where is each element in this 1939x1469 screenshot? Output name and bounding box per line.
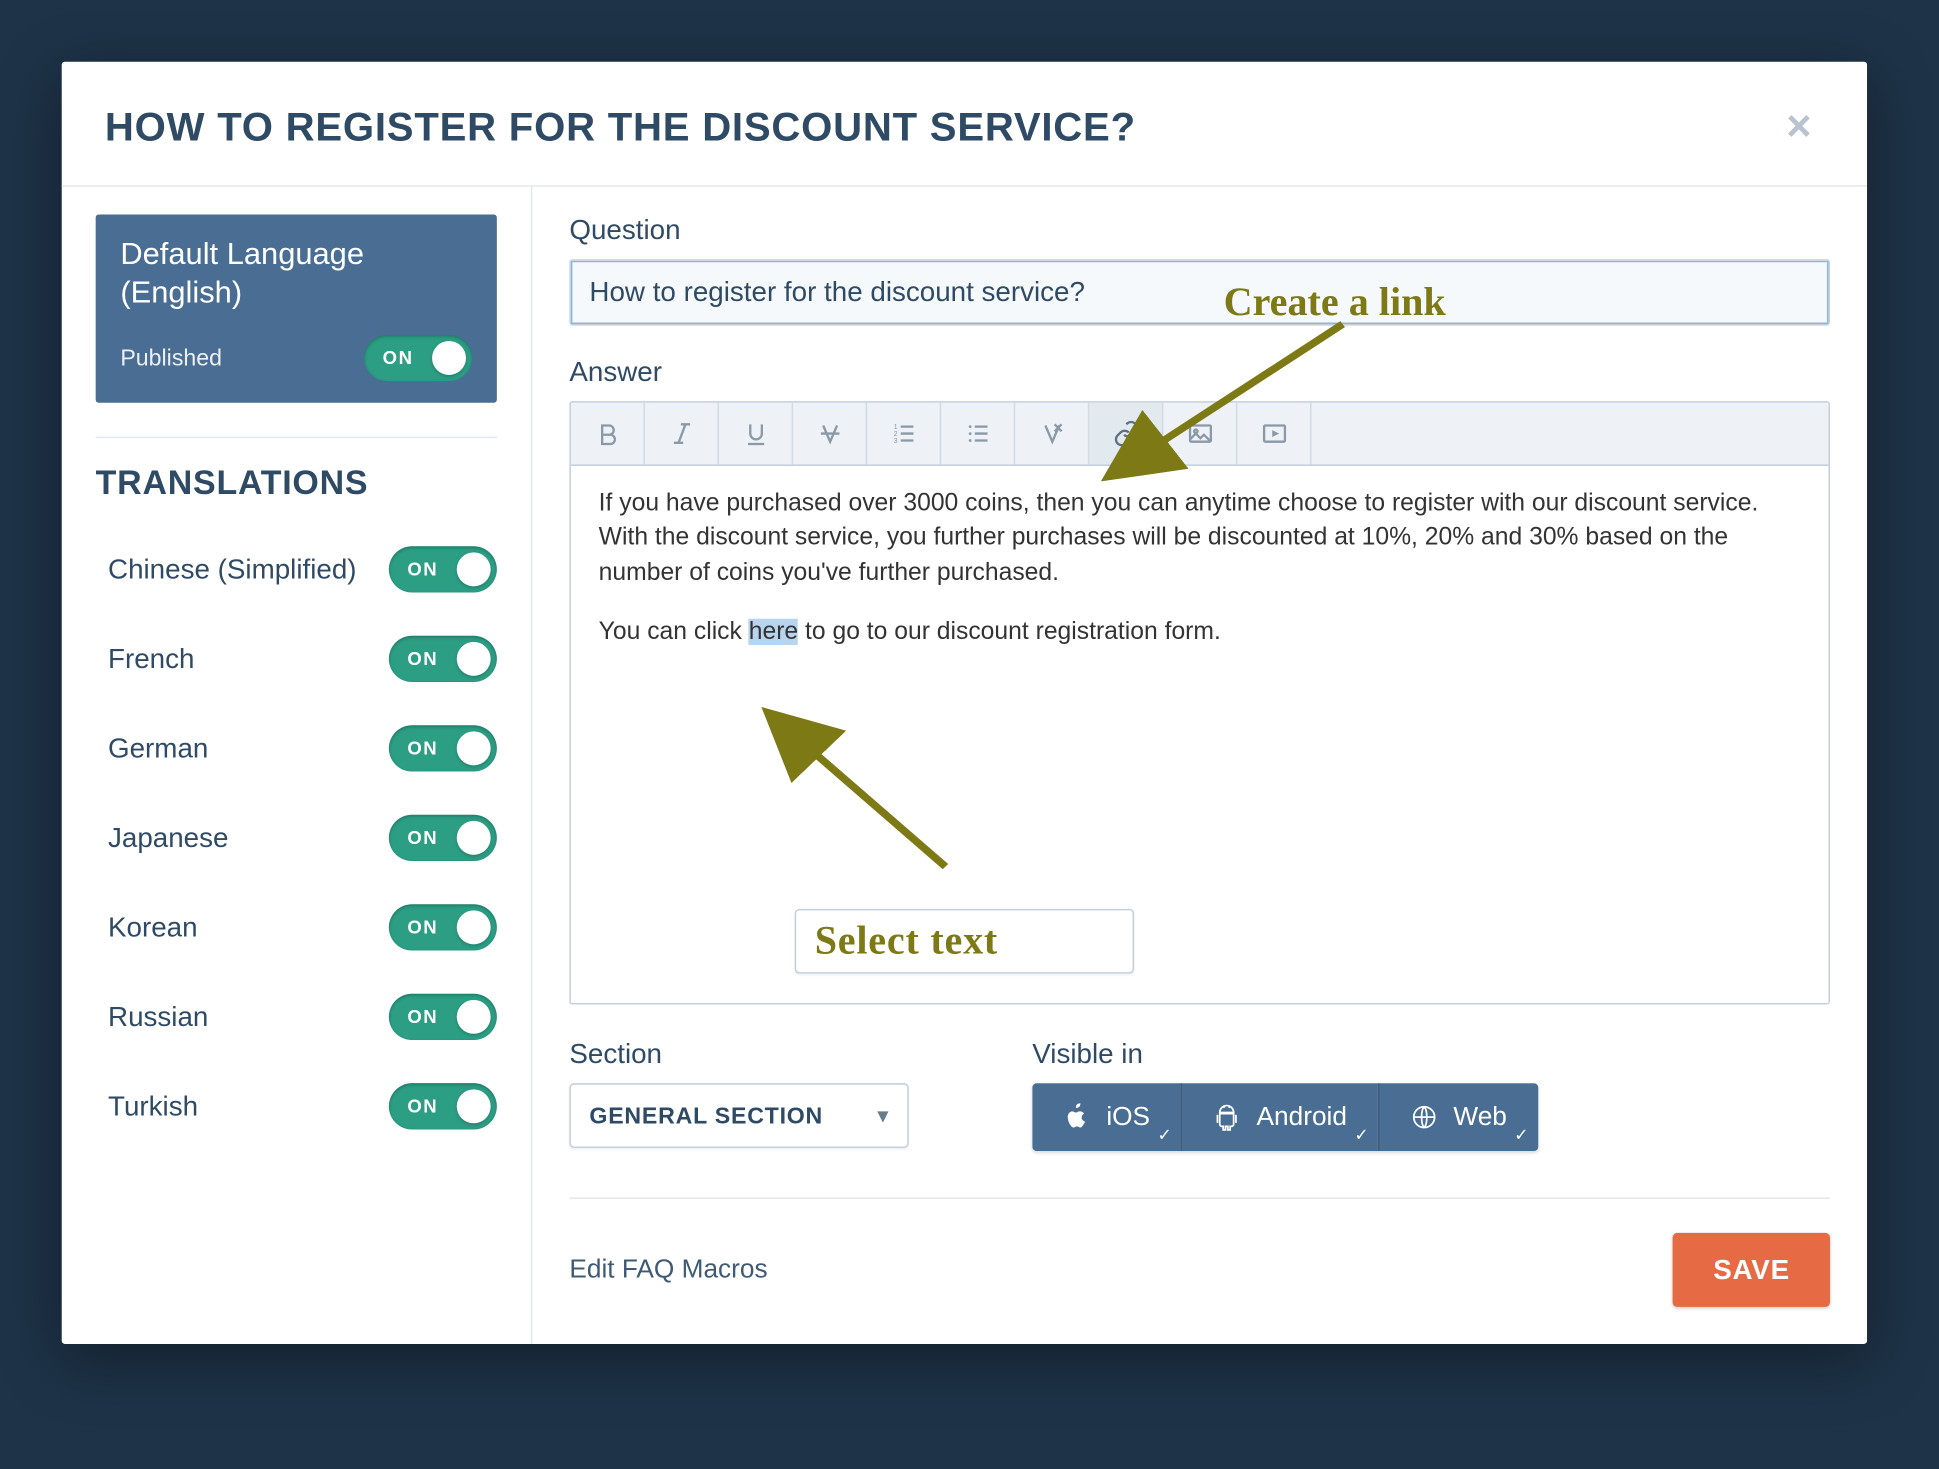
- editor-toolbar: 123: [571, 403, 1829, 466]
- lang-row-french[interactable]: French ON: [96, 614, 497, 703]
- check-icon: ✓: [1354, 1125, 1368, 1145]
- sidebar: Default Language (English) Published ON …: [62, 187, 533, 1344]
- strikethrough-icon[interactable]: [793, 403, 867, 465]
- lang-row-german[interactable]: German ON: [96, 704, 497, 793]
- section-label: Section: [569, 1038, 908, 1070]
- lang-toggle[interactable]: ON: [389, 994, 497, 1040]
- visible-in-label: Visible in: [1032, 1038, 1538, 1070]
- unordered-list-icon[interactable]: [941, 403, 1015, 465]
- visible-ios-button[interactable]: iOS ✓: [1032, 1083, 1181, 1151]
- toggle-label: ON: [364, 347, 413, 369]
- lang-row-chinese[interactable]: Chinese (Simplified) ON: [96, 525, 497, 614]
- modal-header: HOW TO REGISTER FOR THE DISCOUNT SERVICE…: [62, 62, 1867, 187]
- answer-paragraph-2: You can click here to go to our discount…: [599, 616, 1801, 651]
- edit-faq-macros-link[interactable]: Edit FAQ Macros: [569, 1254, 767, 1285]
- visible-web-label: Web: [1453, 1102, 1506, 1133]
- main-panel: Create a link Select text Question Answe…: [532, 187, 1867, 1344]
- close-icon[interactable]: ×: [1774, 96, 1824, 158]
- question-input[interactable]: [569, 259, 1830, 325]
- modal-title: HOW TO REGISTER FOR THE DISCOUNT SERVICE…: [105, 103, 1136, 151]
- bold-icon[interactable]: [571, 403, 645, 465]
- lang-row-korean[interactable]: Korean ON: [96, 883, 497, 972]
- visible-android-label: Android: [1257, 1102, 1347, 1133]
- lang-toggle[interactable]: ON: [389, 1083, 497, 1129]
- image-icon[interactable]: [1163, 403, 1237, 465]
- visible-android-button[interactable]: Android ✓: [1181, 1083, 1378, 1151]
- lang-name: Japanese: [96, 822, 229, 854]
- question-label: Question: [569, 214, 1830, 246]
- link-icon[interactable]: [1089, 403, 1163, 465]
- lang-name: Chinese (Simplified): [96, 553, 357, 585]
- sidebar-divider: [96, 437, 497, 439]
- check-icon: ✓: [1514, 1125, 1528, 1145]
- visible-in-group: iOS ✓ Android ✓ Web ✓: [1032, 1083, 1538, 1151]
- lang-name: Turkish: [96, 1090, 198, 1122]
- answer-editor: 123 If you have purchased over 3000 coin…: [569, 401, 1830, 1004]
- lang-toggle[interactable]: ON: [389, 725, 497, 771]
- lang-toggle[interactable]: ON: [389, 815, 497, 861]
- svg-text:3: 3: [893, 438, 897, 445]
- visible-web-button[interactable]: Web ✓: [1378, 1083, 1538, 1151]
- visible-ios-label: iOS: [1106, 1102, 1150, 1133]
- video-icon[interactable]: [1237, 403, 1311, 465]
- published-toggle[interactable]: ON: [364, 335, 472, 381]
- lang-row-japanese[interactable]: Japanese ON: [96, 793, 497, 882]
- apple-icon: [1063, 1103, 1091, 1131]
- faq-edit-modal: HOW TO REGISTER FOR THE DISCOUNT SERVICE…: [62, 62, 1867, 1344]
- lang-toggle[interactable]: ON: [389, 546, 497, 592]
- answer-textarea[interactable]: If you have purchased over 3000 coins, t…: [571, 466, 1829, 1003]
- answer-paragraph-1: If you have purchased over 3000 coins, t…: [599, 488, 1801, 592]
- answer-text: You can click: [599, 619, 749, 645]
- caret-down-icon: ▾: [878, 1103, 889, 1128]
- lang-toggle[interactable]: ON: [389, 904, 497, 950]
- clear-format-icon[interactable]: [1015, 403, 1089, 465]
- answer-label: Answer: [569, 356, 1830, 388]
- lang-row-turkish[interactable]: Turkish ON: [96, 1062, 497, 1151]
- check-icon: ✓: [1157, 1125, 1171, 1145]
- lang-name: Korean: [96, 911, 198, 943]
- lang-toggle[interactable]: ON: [389, 636, 497, 682]
- footer-divider: [569, 1197, 1830, 1199]
- section-value: GENERAL SECTION: [589, 1102, 823, 1128]
- lang-name: French: [96, 643, 195, 675]
- answer-text: to go to our discount registration form.: [798, 619, 1221, 645]
- lang-name: Russian: [96, 1001, 209, 1033]
- android-icon: [1213, 1103, 1241, 1131]
- default-language-title: Default Language (English): [120, 236, 472, 313]
- lang-name: German: [96, 732, 209, 764]
- section-select[interactable]: GENERAL SECTION ▾: [569, 1083, 908, 1148]
- lang-row-russian[interactable]: Russian ON: [96, 972, 497, 1061]
- published-label: Published: [120, 345, 222, 371]
- ordered-list-icon[interactable]: 123: [867, 403, 941, 465]
- globe-icon: [1410, 1103, 1438, 1131]
- italic-icon[interactable]: [645, 403, 719, 465]
- default-language-card[interactable]: Default Language (English) Published ON: [96, 214, 497, 402]
- underline-icon[interactable]: [719, 403, 793, 465]
- save-button[interactable]: SAVE: [1673, 1233, 1830, 1307]
- selected-text: here: [749, 619, 798, 645]
- translations-heading: TRANSLATIONS: [96, 463, 497, 503]
